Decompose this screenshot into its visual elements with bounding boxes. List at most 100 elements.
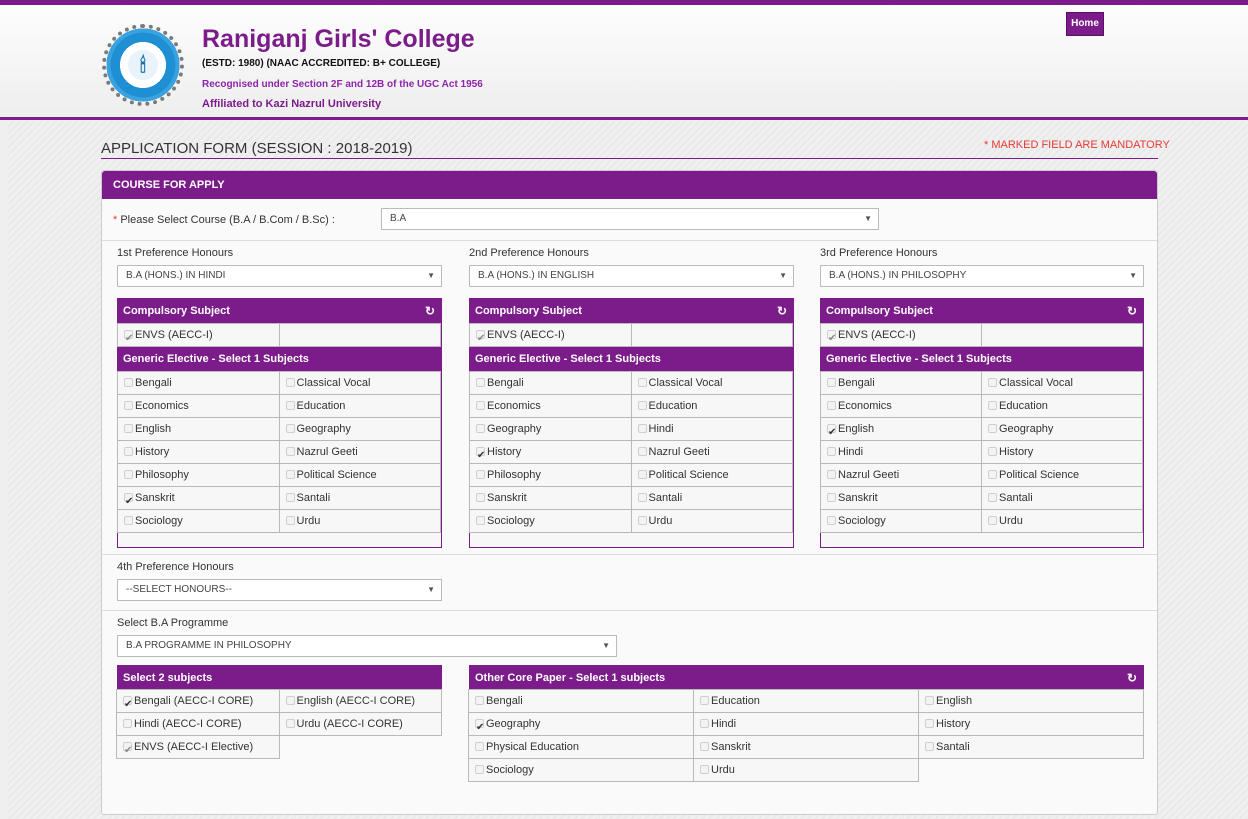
subject-option[interactable]: Sociology (468, 758, 694, 782)
subject-option[interactable]: Political Science (630, 463, 793, 487)
checkbox-icon[interactable] (925, 696, 934, 705)
subject-option[interactable]: Philosophy (117, 463, 280, 487)
subject-option[interactable]: Classical Vocal (981, 371, 1143, 395)
checkbox-icon[interactable] (637, 378, 647, 387)
subject-option[interactable]: Economics (469, 394, 632, 418)
refresh-icon[interactable]: ↻ (777, 299, 787, 323)
checkbox-icon[interactable] (285, 696, 295, 705)
subject-option[interactable]: Sanskrit (820, 486, 982, 510)
checkbox-icon[interactable] (925, 719, 934, 728)
subject-option[interactable]: Urdu (AECC-I CORE) (278, 712, 442, 736)
checkbox-icon[interactable] (285, 516, 295, 525)
subject-option[interactable]: English (AECC-I CORE) (278, 689, 442, 713)
checkbox-icon[interactable] (285, 719, 295, 728)
checkbox-icon[interactable] (124, 516, 133, 525)
home-button[interactable]: Home (1066, 12, 1104, 36)
checkbox-icon[interactable] (925, 742, 934, 751)
checkbox-icon[interactable] (988, 470, 997, 479)
subject-option[interactable]: Political Science (981, 463, 1143, 487)
checkbox-icon[interactable] (285, 424, 295, 433)
checkbox-icon[interactable] (285, 401, 295, 410)
checkbox-icon[interactable] (476, 424, 485, 433)
checkbox-icon[interactable] (700, 719, 709, 728)
checkbox-icon[interactable] (827, 378, 836, 387)
subject-option[interactable]: English (820, 417, 982, 441)
pref2-select[interactable]: B.A (HONS.) IN ENGLISH ▼ (469, 265, 794, 287)
subject-option[interactable]: Sanskrit (469, 486, 632, 510)
subject-option[interactable]: Sanskrit (117, 486, 280, 510)
checkbox-icon[interactable] (700, 742, 709, 751)
checkbox-checked-icon[interactable] (124, 490, 133, 509)
subject-option[interactable]: Nazrul Geeti (630, 440, 793, 464)
checkbox-checked-icon[interactable] (123, 693, 132, 712)
checkbox-icon[interactable] (637, 401, 647, 410)
subject-option[interactable]: Economics (117, 394, 280, 418)
subject-option[interactable]: Bengali (117, 371, 280, 395)
checkbox-icon[interactable] (476, 516, 485, 525)
subject-option[interactable]: Sociology (469, 509, 632, 533)
checkbox-icon[interactable] (700, 696, 709, 705)
checkbox-checked-icon[interactable] (475, 716, 484, 735)
subject-option[interactable]: History (469, 440, 632, 464)
subject-option[interactable]: Santali (630, 486, 793, 510)
subject-option[interactable]: Urdu (278, 509, 441, 533)
course-select[interactable]: B.A ▼ (381, 208, 879, 230)
subject-option[interactable]: Philosophy (469, 463, 632, 487)
checkbox-icon[interactable] (475, 742, 484, 751)
checkbox-checked-icon[interactable] (476, 444, 485, 463)
checkbox-icon[interactable] (475, 696, 484, 705)
checkbox-icon[interactable] (124, 378, 133, 387)
subject-option[interactable]: Sanskrit (693, 735, 919, 759)
subject-option[interactable]: Political Science (278, 463, 441, 487)
subject-option[interactable]: Hindi (820, 440, 982, 464)
checkbox-icon[interactable] (988, 516, 997, 525)
subject-option[interactable]: Classical Vocal (278, 371, 441, 395)
checkbox-icon[interactable] (637, 470, 647, 479)
subject-option[interactable]: Geography (278, 417, 441, 441)
subject-option[interactable]: Santali (278, 486, 441, 510)
subject-option[interactable]: Nazrul Geeti (820, 463, 982, 487)
subject-option[interactable]: Hindi (AECC-I CORE) (116, 712, 280, 736)
checkbox-icon[interactable] (123, 719, 132, 728)
checkbox-icon[interactable] (124, 447, 133, 456)
checkbox-icon[interactable] (476, 378, 485, 387)
subject-option[interactable]: English (117, 417, 280, 441)
checkbox-icon[interactable] (285, 470, 295, 479)
subject-option[interactable]: History (918, 712, 1144, 736)
checkbox-icon[interactable] (124, 424, 133, 433)
checkbox-icon[interactable] (476, 493, 485, 502)
checkbox-icon[interactable] (827, 447, 836, 456)
checkbox-icon[interactable] (637, 493, 647, 502)
checkbox-icon[interactable] (988, 401, 997, 410)
refresh-icon[interactable]: ↻ (425, 299, 435, 323)
subject-option[interactable]: Geography (468, 712, 694, 736)
subject-option[interactable]: Economics (820, 394, 982, 418)
subject-option[interactable]: History (117, 440, 280, 464)
checkbox-icon[interactable] (827, 470, 836, 479)
subject-option[interactable]: Education (278, 394, 441, 418)
subject-option[interactable]: Sociology (820, 509, 982, 533)
subject-option[interactable]: Bengali (AECC-I CORE) (116, 689, 280, 713)
checkbox-icon[interactable] (988, 378, 997, 387)
checkbox-icon[interactable] (827, 401, 836, 410)
programme-select[interactable]: B.A PROGRAMME IN PHILOSOPHY ▼ (117, 635, 617, 657)
subject-option[interactable]: Urdu (981, 509, 1143, 533)
subject-option[interactable]: Bengali (468, 689, 694, 713)
checkbox-icon[interactable] (988, 447, 997, 456)
checkbox-icon[interactable] (124, 401, 133, 410)
subject-option[interactable]: History (981, 440, 1143, 464)
subject-option[interactable]: Nazrul Geeti (278, 440, 441, 464)
pref3-select[interactable]: B.A (HONS.) IN PHILOSOPHY ▼ (820, 265, 1144, 287)
subject-option[interactable]: Education (693, 689, 919, 713)
subject-option[interactable]: Urdu (630, 509, 793, 533)
pref4-select[interactable]: --SELECT HONOURS-- ▼ (117, 579, 442, 601)
subject-option[interactable]: Sociology (117, 509, 280, 533)
subject-option[interactable]: Santali (918, 735, 1144, 759)
checkbox-icon[interactable] (827, 516, 836, 525)
checkbox-icon[interactable] (988, 424, 997, 433)
subject-option[interactable]: Hindi (693, 712, 919, 736)
subject-option[interactable]: Classical Vocal (630, 371, 793, 395)
subject-option[interactable]: Bengali (820, 371, 982, 395)
refresh-icon[interactable]: ↻ (1127, 666, 1137, 690)
checkbox-icon[interactable] (475, 765, 484, 774)
